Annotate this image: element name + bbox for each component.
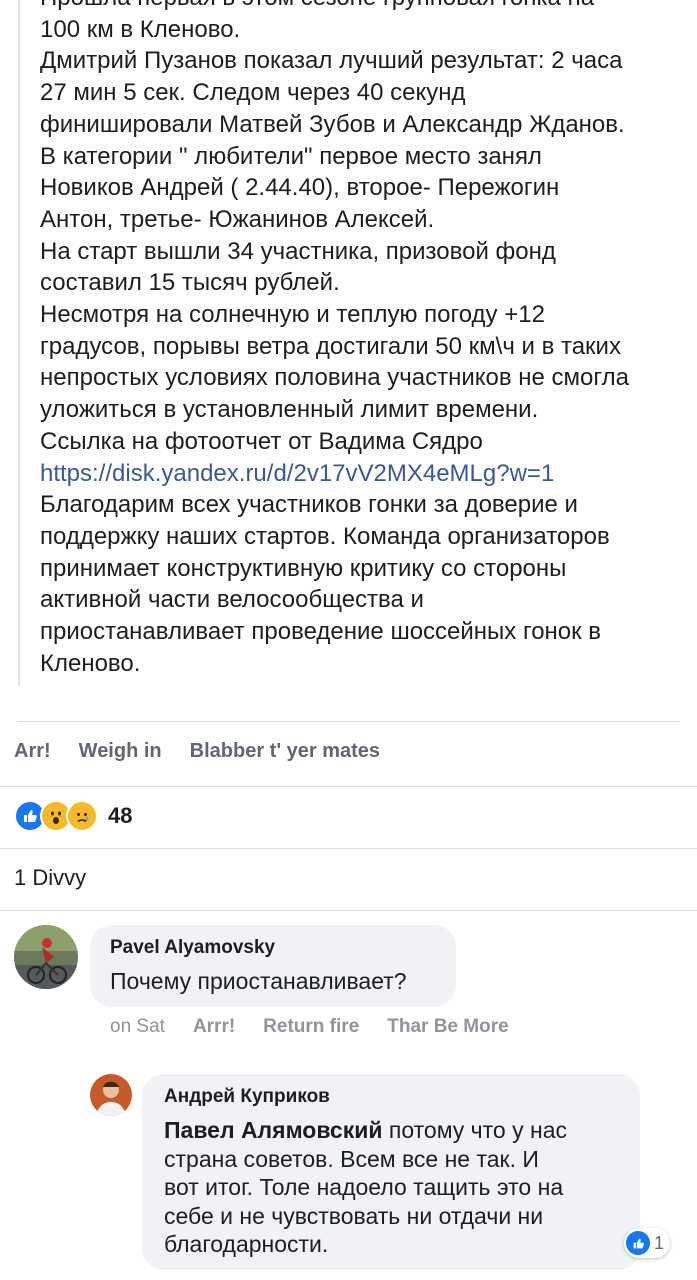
post-body: Прошла первая в этом сезоне групповая го… <box>18 0 680 686</box>
post-actions: Arr! Weigh in Blabber t' yer mates <box>14 740 408 763</box>
post-line: активной части велосообщества и <box>40 586 424 614</box>
post-line: Новиков Андрей ( 2.44.40), второе- Переж… <box>40 174 560 202</box>
post-line: финишировали Матвей Зубов и Александр Жд… <box>40 110 625 138</box>
post-line: приостанавливает проведение шоссейных го… <box>40 618 602 646</box>
avatar[interactable] <box>14 925 78 989</box>
reply-author[interactable]: Андрей Куприков <box>164 1086 330 1108</box>
post-line: Антон, третье- Южанинов Алексей. <box>40 205 435 233</box>
post-line: Кленово. <box>40 649 141 677</box>
divider <box>0 786 697 787</box>
post-line: градусов, порывы ветра достигали 50 км\ч… <box>40 332 621 360</box>
post-line: непростых условиях половина участников н… <box>40 364 629 392</box>
avatar[interactable] <box>90 1074 132 1116</box>
divider <box>0 848 697 849</box>
post-line: Дмитрий Пузанов показал лучший результат… <box>40 47 623 75</box>
divider <box>0 910 697 911</box>
post-line: поддержку наших стартов. Команда организ… <box>40 522 610 550</box>
post-line: В категории " любители" первое место зан… <box>40 142 542 170</box>
post-line: 27 мин 5 сек. Следом через 40 секунд <box>40 79 466 107</box>
reactions-summary[interactable]: 48 <box>14 800 132 832</box>
reply-line: благодарности. <box>164 1231 329 1257</box>
photo-report-link[interactable]: https://disk.yandex.ru/d/2v17vV2MX4eMLg?… <box>40 458 680 490</box>
divider <box>18 721 680 722</box>
post-line: Несмотря на солнечную и теплую погоду +1… <box>40 301 545 329</box>
comment-reply-button[interactable]: Return fire <box>263 1016 359 1038</box>
post-line: принимает конструктивную критику со стор… <box>40 554 567 582</box>
comment-bubble: Pavel Alyamovsky Почему приостанавливает… <box>90 925 456 1007</box>
share-count[interactable]: 1 Divvy <box>14 865 86 891</box>
post-line: Прошла первая в этом сезоне групповая го… <box>40 0 680 14</box>
like-button[interactable]: Arr! <box>14 740 51 763</box>
reply-text: Павел Алямовский потому что у нас страна… <box>164 1116 567 1259</box>
comment-button[interactable]: Weigh in <box>79 740 162 763</box>
reply-line: потому что у нас <box>382 1117 567 1143</box>
reaction-count: 48 <box>108 803 133 828</box>
post-line: Благодарим всех участников гонки за дове… <box>40 491 578 519</box>
sad-icon <box>66 800 98 832</box>
reply-bubble: Андрей Куприков Павел Алямовский потому … <box>142 1074 640 1270</box>
reply-line: страна советов. Всем все не так. И <box>164 1145 539 1172</box>
comment-text: Почему приостанавливает? <box>110 968 407 994</box>
post-line: 100 км в Кленово. <box>40 15 241 43</box>
post-line: Ссылка на фотоотчет от Вадима Сядро <box>40 427 483 455</box>
comment-actions: on Sat Arrr! Return fire Thar Be More <box>110 1016 537 1038</box>
reply-like-count: 1 <box>654 1232 665 1253</box>
comment-time: on Sat <box>110 1016 165 1037</box>
post-line: уложиться в установленный лимит времени. <box>40 396 539 424</box>
comment-author[interactable]: Pavel Alyamovsky <box>110 937 275 959</box>
post-text: Прошла первая в этом сезоне групповая го… <box>40 0 680 679</box>
post-line: составил 15 тысяч рублей. <box>40 269 340 297</box>
post-line: На старт вышли 34 участника, призовой фо… <box>40 237 556 265</box>
reply-line: себе и не чувствовать ни отдачи ни <box>164 1202 544 1229</box>
mention-link[interactable]: Павел Алямовский <box>164 1117 383 1143</box>
reply-like-badge[interactable]: 1 <box>624 1228 671 1258</box>
comment-more-button[interactable]: Thar Be More <box>387 1016 508 1038</box>
like-icon <box>626 1231 650 1255</box>
comment-like-button[interactable]: Arrr! <box>193 1016 235 1038</box>
share-button[interactable]: Blabber t' yer mates <box>190 740 380 763</box>
reply-line: вот итог. Толе надоело тащить это на <box>164 1174 564 1200</box>
